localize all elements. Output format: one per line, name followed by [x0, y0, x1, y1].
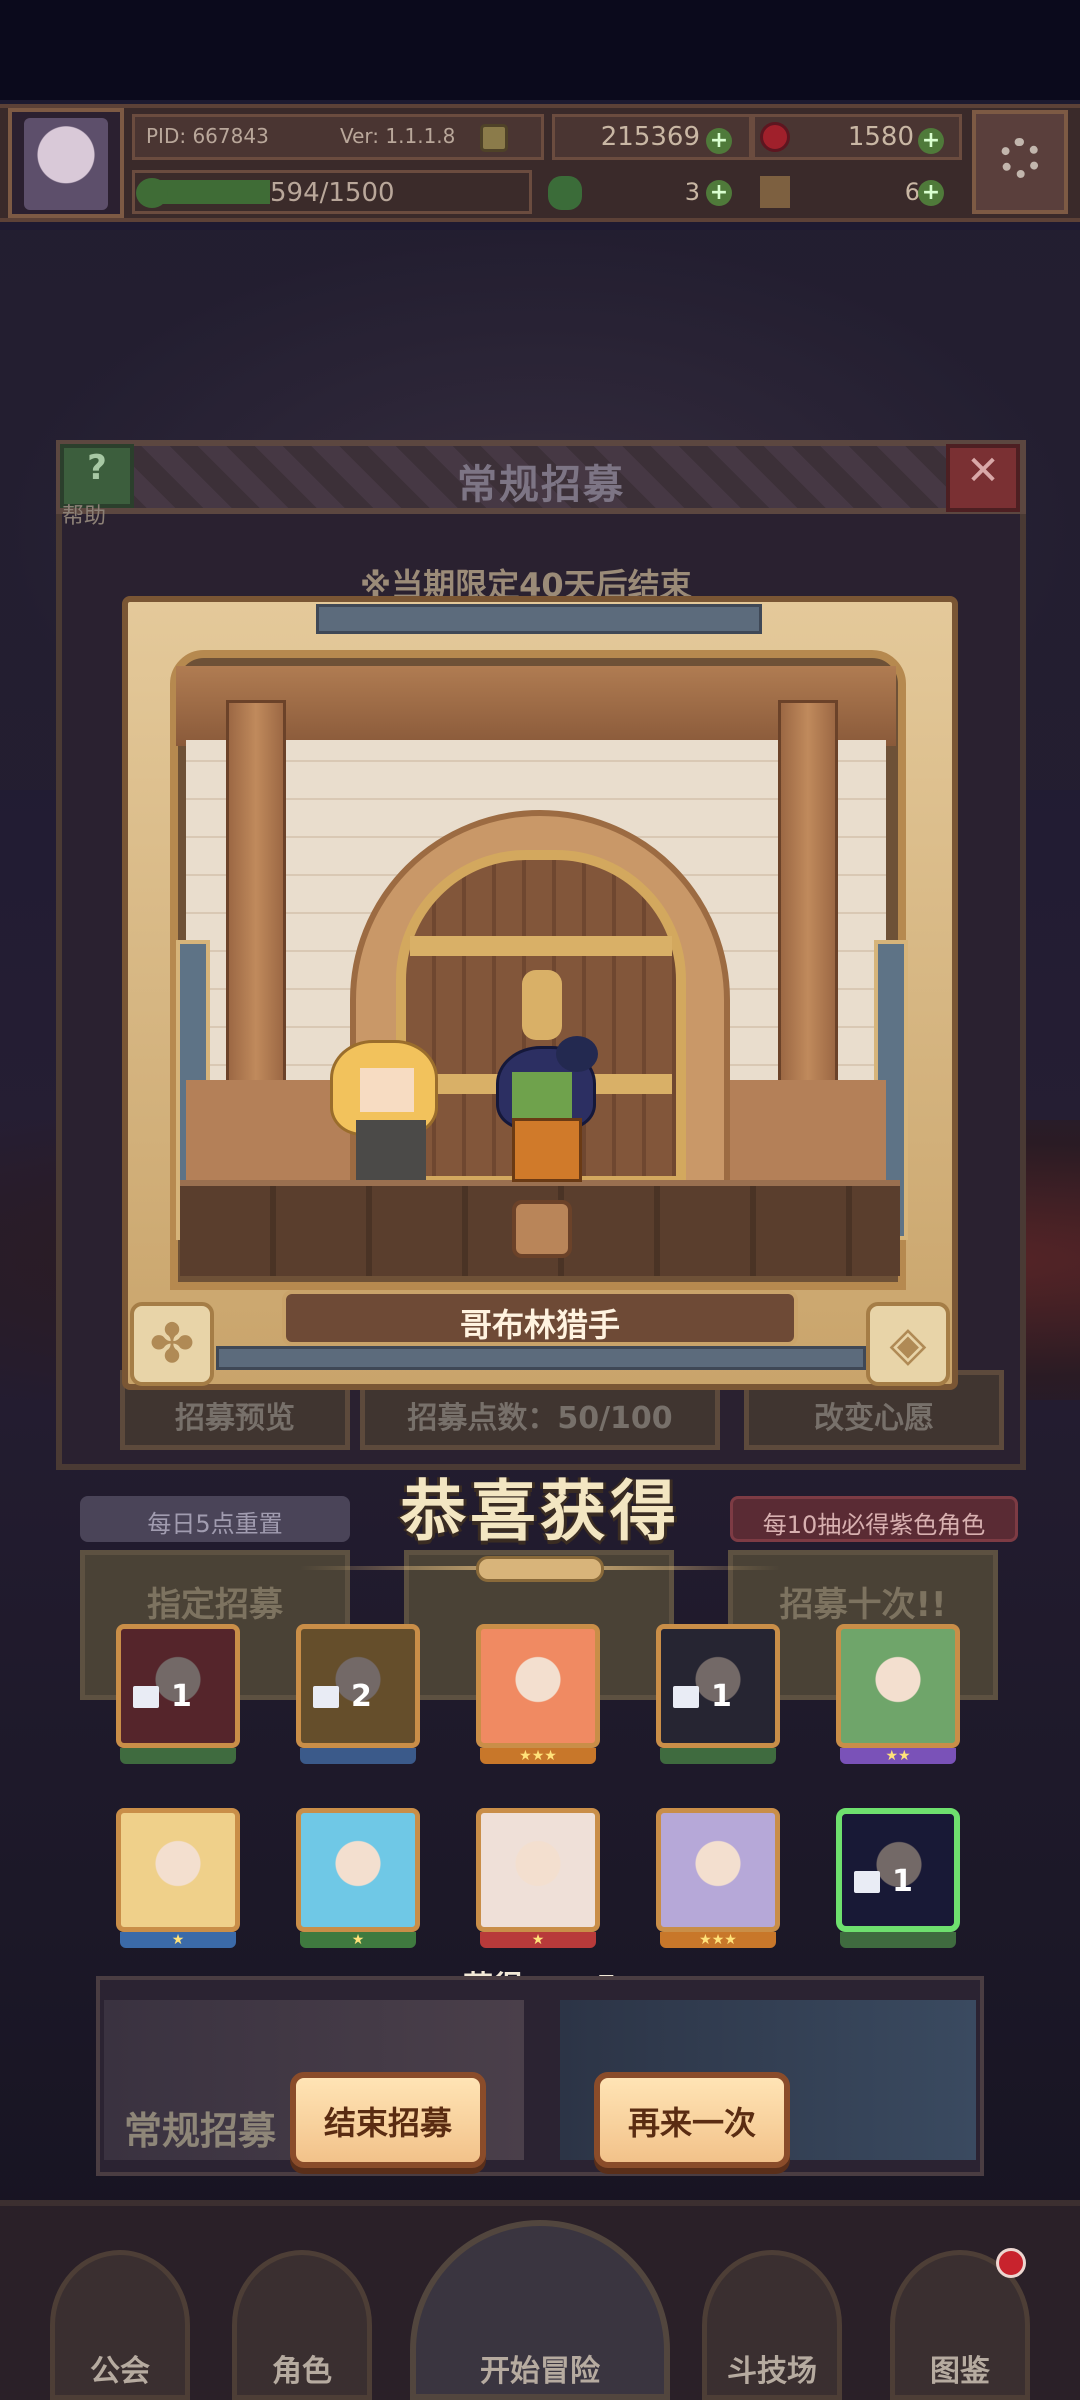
add-gold-button[interactable]: +	[706, 128, 732, 154]
reward-card[interactable]: 1	[116, 1624, 240, 1748]
fragment-count: 1	[133, 1679, 233, 1714]
reward-card[interactable]: 1	[836, 1808, 960, 1932]
rarity-stars: ★★	[840, 1748, 956, 1764]
fragment-icon	[673, 1686, 699, 1708]
character-portrait	[855, 1639, 941, 1729]
fragment-count: 1	[673, 1679, 773, 1714]
character-portrait	[495, 1639, 581, 1729]
frame-bottom-ornament	[216, 1346, 866, 1370]
add-gem-button[interactable]: +	[918, 128, 944, 154]
fragment-count: 2	[313, 1679, 413, 1714]
companion-character-face	[360, 1068, 414, 1112]
avatar-image	[24, 118, 108, 210]
recruit-panel-title: 常规招募	[457, 462, 625, 508]
fragment-count-value: 1	[892, 1864, 913, 1899]
nav-roles-label: 角色	[272, 2354, 332, 2389]
fragment-count-value: 1	[171, 1679, 192, 1714]
coin-icon	[480, 124, 508, 152]
nav-adventure-label: 开始冒险	[480, 2354, 600, 2389]
player-id: PID: 667843	[146, 124, 269, 148]
rarity-stars	[840, 1932, 956, 1948]
gem-icon	[760, 122, 790, 152]
reward-card[interactable]	[476, 1808, 600, 1932]
reward-card[interactable]	[476, 1624, 600, 1748]
add-hammer-button[interactable]: +	[918, 180, 944, 206]
hammer-icon	[760, 176, 790, 208]
clover-icon	[548, 176, 582, 210]
paw-icon: ✤	[130, 1302, 214, 1386]
character-portrait	[495, 1823, 581, 1913]
fragment-count-value: 2	[351, 1679, 372, 1714]
fragment-count: 1	[854, 1864, 954, 1899]
hammer-amount: 6	[904, 178, 920, 206]
diamond-icon: ◈	[866, 1302, 950, 1386]
gem-amount: 1580	[847, 122, 914, 152]
character-portrait	[135, 1823, 221, 1913]
stamina-bar	[160, 180, 270, 204]
reward-card[interactable]	[656, 1808, 780, 1932]
help-label: 帮助	[62, 504, 107, 529]
nav-arena-label: 斗技场	[727, 2354, 817, 2389]
goblin-hunter-body	[512, 1118, 582, 1182]
end-recruit-button[interactable]: 结束招募	[290, 2072, 486, 2168]
clover-amount: 3	[684, 178, 700, 206]
notification-dot	[996, 2248, 1026, 2278]
rarity-stars: ★	[300, 1932, 416, 1948]
floor-emblem-icon	[512, 1200, 572, 1258]
close-button[interactable]: ✕	[946, 444, 1020, 512]
goblin-hunter-bun	[556, 1036, 598, 1072]
reward-card[interactable]	[116, 1808, 240, 1932]
nav-codex-label: 图鉴	[930, 2354, 990, 2389]
rarity-stars: ★★★	[660, 1932, 776, 1948]
reward-card[interactable]	[296, 1808, 420, 1932]
stamina-icon	[136, 178, 168, 208]
rarity-stars	[300, 1748, 416, 1764]
character-name-plate: 哥布林猎手	[282, 1290, 798, 1346]
door-medallion	[522, 970, 562, 1040]
fragment-icon	[313, 1686, 339, 1708]
rarity-stars: ★	[120, 1932, 236, 1948]
nav-guild-label: 公会	[90, 2354, 150, 2389]
reward-card[interactable]	[836, 1624, 960, 1748]
rarity-stars: ★★★	[480, 1748, 596, 1764]
congrats-title: 恭喜获得	[400, 1473, 680, 1550]
reward-card[interactable]: 2	[296, 1624, 420, 1748]
fragment-count-value: 1	[711, 1679, 732, 1714]
divider-ornament	[476, 1556, 604, 1582]
game-version: Ver: 1.1.1.8	[340, 124, 456, 148]
stamina-value: 594/1500	[270, 178, 395, 208]
gold-amount: 215369	[600, 122, 700, 152]
character-portrait	[315, 1823, 401, 1913]
door-bar-top	[410, 936, 672, 956]
gear-icon	[1000, 138, 1040, 178]
goblin-hunter-face	[512, 1072, 572, 1122]
fragment-icon	[854, 1871, 880, 1893]
banner-title: 常规招募	[124, 2109, 277, 2153]
recruit-again-button[interactable]: 再来一次	[594, 2072, 790, 2168]
rarity-stars	[120, 1748, 236, 1764]
companion-character-body	[356, 1120, 426, 1180]
rarity-stars	[660, 1748, 776, 1764]
frame-top-ornament	[316, 604, 762, 634]
fragment-icon	[133, 1686, 159, 1708]
add-clover-button[interactable]: +	[706, 180, 732, 206]
reward-card[interactable]: 1	[656, 1624, 780, 1748]
character-portrait	[675, 1823, 761, 1913]
rarity-stars: ★	[480, 1932, 596, 1948]
